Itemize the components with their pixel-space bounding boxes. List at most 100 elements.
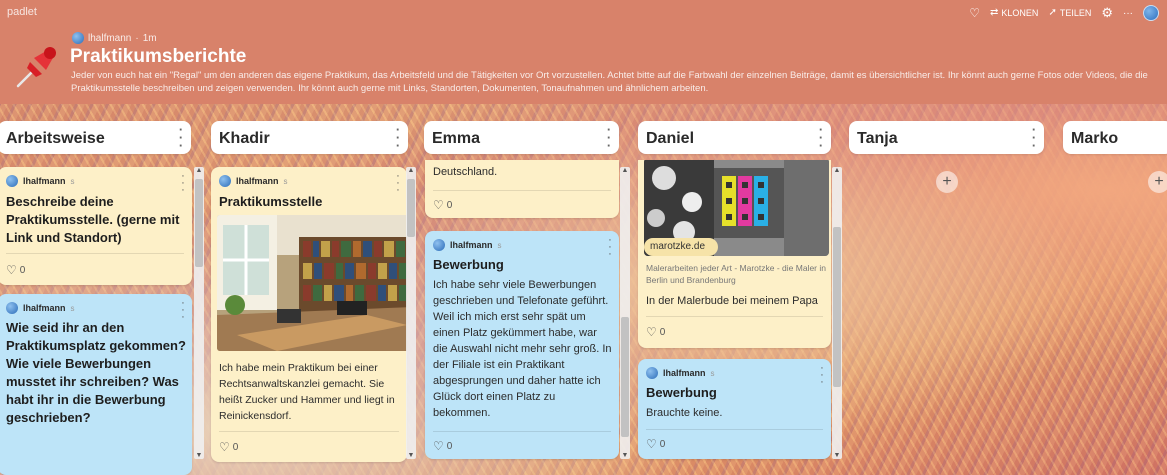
scroll-up-icon[interactable]: ▲ [620,167,630,174]
scroll-down-icon[interactable]: ▼ [832,452,842,459]
like-button[interactable]: ♡ 0 [219,440,238,454]
scroll-down-icon[interactable]: ▼ [406,452,416,459]
share-button[interactable]: ➚ TEILEN [1048,7,1091,19]
top-toolbar: ♡ ⇄ KLONEN ➚ TEILEN ⚙ ··· [969,5,1159,21]
post-body: Brauchte keine. [646,407,723,419]
column-title: Tanja [857,130,898,147]
post-title: Wie seid ihr an den Praktikumsplatz geko… [6,320,186,425]
column-menu-icon[interactable]: · · · [817,123,825,152]
post-title: Praktikumsstelle [219,194,323,209]
scroll-down-icon[interactable]: ▼ [620,452,630,459]
add-post-button-marko[interactable]: + [1148,171,1167,193]
post-body: Ich habe mein Praktikum bei einer Rechts… [219,362,395,422]
post-body: In der Malerbude bei meinem Papa [646,295,818,307]
post-menu-icon[interactable]: · · · [819,363,825,388]
scrollbar-thumb[interactable] [833,227,841,387]
board-description: Jeder von euch hat ein "Regal" um den an… [71,70,1148,94]
scrollbar-thumb[interactable] [195,179,203,267]
like-button[interactable]: ♡ 0 [433,198,452,212]
board-header: padlet ♡ ⇄ KLONEN ➚ TEILEN ⚙ ··· lhalfma… [0,0,1167,104]
post-body: Deutschland. [433,166,498,178]
post-card[interactable]: lhalfmann s · · · Bewerbung Brauchte keine… [638,359,831,459]
like-button[interactable]: ♡ 0 [646,325,665,339]
post-card[interactable]: marotzke.de Malerarbeiten jeder Art - Ma… [638,160,831,348]
gear-icon: ⚙ [1101,5,1113,20]
post-menu-icon[interactable]: · · · [607,235,613,260]
column-title: Emma [432,130,481,147]
author-avatar [433,239,445,251]
column-scrollbar[interactable]: ▲ ▼ [620,167,630,459]
user-avatar[interactable] [1143,5,1159,21]
post-card[interactable]: lhalfmann s · · · Wie seid ihr an den Prak… [0,294,192,475]
column-title: Khadir [219,130,270,147]
heart-icon: ♡ [219,440,230,454]
heart-icon: ♡ [433,439,444,453]
post-menu-icon[interactable]: · · · [395,171,401,196]
more-icon: ··· [1123,7,1133,19]
column-menu-icon[interactable]: · · · [177,123,185,152]
column-scrollbar[interactable]: ▲ ▼ [194,167,204,459]
column-menu-icon[interactable]: · · · [1030,123,1038,152]
add-post-button-tanja[interactable]: + [936,171,958,193]
heart-icon: ♡ [6,263,17,277]
column-header-emma[interactable]: Emma · · · [424,121,619,154]
author-avatar [219,175,231,187]
like-button[interactable]: ♡ 0 [433,439,452,453]
author-avatar [72,32,84,44]
post-title: Bewerbung [646,385,717,400]
scroll-down-icon[interactable]: ▼ [194,452,204,459]
like-button[interactable]: ♡ 0 [646,437,665,451]
post-card[interactable]: lhalfmann s · · · Bewerbung Ich habe sehr … [425,231,619,459]
scrollbar-thumb[interactable] [407,179,415,237]
heart-icon: ♡ [646,325,657,339]
column-title: Arbeitsweise [6,130,105,147]
column-header-arbeitsweise[interactable]: Arbeitsweise · · · [0,121,191,154]
column-header-daniel[interactable]: Daniel · · · [638,121,831,154]
like-button[interactable]: ♡ 0 [6,263,25,277]
board-title: Praktikumsberichte [70,46,247,67]
post-author: lhalfmann s [219,175,288,187]
link-domain[interactable]: marotzke.de [650,241,705,252]
column-header-tanja[interactable]: Tanja · · · [849,121,1044,154]
post-title: Beschreibe deine Praktikumsstelle. (gern… [6,194,180,245]
board-author[interactable]: lhalfmann [88,33,131,44]
heart-icon: ♡ [433,198,444,212]
heart-icon: ♡ [969,6,981,20]
board-time: 1m [142,32,157,44]
post-menu-icon[interactable]: · · · [180,298,186,323]
column-menu-icon[interactable]: · · · [605,123,613,152]
column-title: Marko [1071,130,1119,147]
post-body: Ich habe sehr viele Bewerbungen geschrie… [433,279,612,419]
board-meta: lhalfmann · 1m [72,32,157,44]
clone-button[interactable]: ⇄ KLONEN [990,7,1038,19]
column-header-khadir[interactable]: Khadir · · · [211,121,408,154]
padlet-logo[interactable]: padlet [7,6,37,18]
scroll-up-icon[interactable]: ▲ [194,167,204,174]
scrollbar-thumb[interactable] [621,317,629,437]
like-board-button[interactable]: ♡ [969,7,980,19]
scroll-up-icon[interactable]: ▲ [832,167,842,174]
plus-icon: + [942,173,952,190]
plus-icon: + [1154,173,1164,190]
post-author: lhalfmann s [433,239,502,251]
author-avatar [6,302,18,314]
column-scrollbar[interactable]: ▲ ▼ [832,167,842,459]
pushpin-icon [16,47,56,88]
post-menu-icon[interactable]: · · · [180,171,186,196]
post-card[interactable]: lhalfmann s · · · Beschreibe deine Praktik… [0,167,192,285]
column-header-marko[interactable]: Marko [1063,121,1167,154]
post-card[interactable]: Deutschland. ♡ 0 [425,160,619,218]
post-author: lhalfmann s [646,367,715,379]
column-menu-icon[interactable]: · · · [394,123,402,152]
post-author: lhalfmann s [6,302,75,314]
share-icon: ➚ [1048,7,1057,18]
column-scrollbar[interactable]: ▲ ▼ [406,167,416,459]
scroll-up-icon[interactable]: ▲ [406,167,416,174]
more-button[interactable]: ··· [1123,8,1133,19]
post-card[interactable]: lhalfmann s · · · Praktikumsstelle Ich h… [211,167,407,462]
author-avatar [6,175,18,187]
settings-button[interactable]: ⚙ [1101,5,1113,20]
post-title: Bewerbung [433,257,504,272]
office-photo[interactable] [217,215,407,351]
post-author: lhalfmann s [6,175,75,187]
